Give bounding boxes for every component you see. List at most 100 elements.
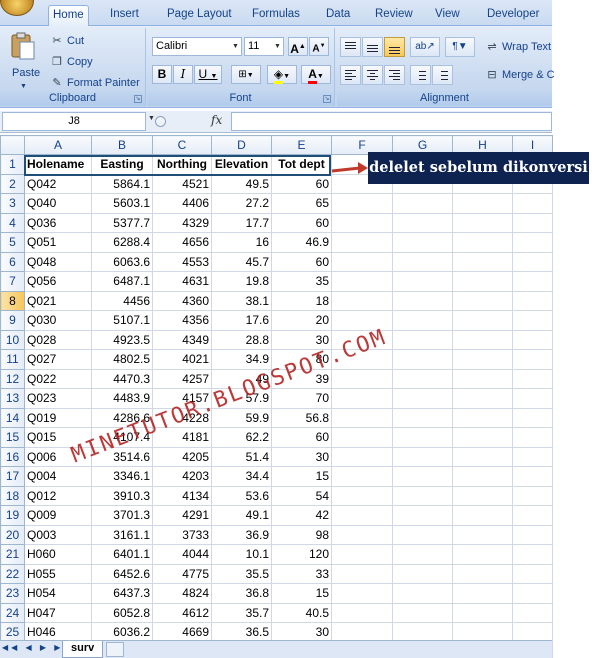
fill-color-button[interactable]: ◈▼ — [267, 65, 297, 84]
cell[interactable]: 4824 — [152, 583, 212, 604]
column-header[interactable]: D — [211, 135, 272, 155]
decrease-indent-button[interactable] — [410, 65, 431, 85]
text-direction-button[interactable]: ¶▼ — [445, 37, 475, 57]
cell[interactable] — [452, 485, 513, 506]
tab-page-layout[interactable]: Page Layout — [163, 5, 236, 26]
copy-button[interactable]: ❐ Copy — [50, 53, 93, 71]
row-header[interactable]: 15 — [0, 427, 25, 448]
cell[interactable] — [452, 563, 513, 584]
cell[interactable]: 42 — [271, 505, 332, 526]
cell[interactable]: 4470.3 — [91, 368, 153, 389]
cell[interactable]: H054 — [24, 583, 92, 604]
cell[interactable]: 4456 — [91, 290, 153, 311]
cell[interactable]: 53.6 — [211, 485, 272, 506]
underline-button[interactable]: U ▼ — [194, 65, 222, 84]
formula-input[interactable] — [231, 112, 552, 131]
cell[interactable] — [331, 388, 393, 409]
tab-insert[interactable]: Insert — [106, 5, 143, 26]
insert-sheet-icon[interactable] — [106, 642, 124, 657]
cell[interactable]: 6288.4 — [91, 232, 153, 253]
cell[interactable]: Q051 — [24, 232, 92, 253]
cell[interactable]: 45.7 — [211, 251, 272, 272]
cell[interactable] — [452, 427, 513, 448]
borders-button[interactable]: ⊞▼ — [231, 65, 261, 84]
cell[interactable]: Q022 — [24, 368, 92, 389]
cell[interactable] — [452, 329, 513, 350]
cell[interactable]: 4291 — [152, 505, 212, 526]
cell[interactable]: Q009 — [24, 505, 92, 526]
cell[interactable] — [512, 251, 553, 272]
cell[interactable] — [331, 544, 393, 565]
cell[interactable]: 36.9 — [211, 524, 272, 545]
cell[interactable] — [331, 407, 393, 428]
cell[interactable] — [452, 446, 513, 467]
cell[interactable] — [331, 251, 393, 272]
shrink-font-button[interactable]: A▼ — [309, 37, 329, 56]
cell[interactable]: 30 — [271, 446, 332, 467]
cell[interactable] — [452, 388, 513, 409]
cell[interactable]: 28.8 — [211, 329, 272, 350]
cell[interactable]: Holename — [24, 154, 92, 175]
cell[interactable] — [512, 310, 553, 331]
cell[interactable] — [512, 290, 553, 311]
select-all-corner[interactable] — [0, 135, 25, 155]
cell[interactable] — [392, 524, 453, 545]
resize-handle-icon[interactable] — [155, 116, 166, 127]
row-header[interactable]: 12 — [0, 368, 25, 389]
cell[interactable] — [452, 349, 513, 370]
cell[interactable] — [512, 505, 553, 526]
bold-button[interactable]: B — [152, 65, 172, 84]
cell[interactable]: 4329 — [152, 212, 212, 233]
cell[interactable] — [512, 446, 553, 467]
cell[interactable] — [392, 193, 453, 214]
cell[interactable]: 10.1 — [211, 544, 272, 565]
cell[interactable]: 4356 — [152, 310, 212, 331]
cell[interactable] — [512, 407, 553, 428]
cell[interactable] — [512, 349, 553, 370]
cell[interactable]: 17.7 — [211, 212, 272, 233]
cell[interactable]: 15 — [271, 466, 332, 487]
cell[interactable]: 62.2 — [211, 427, 272, 448]
cell[interactable]: 5603.1 — [91, 193, 153, 214]
cell[interactable]: Easting — [91, 154, 153, 175]
insert-function-icon[interactable]: fx — [211, 113, 222, 127]
align-middle-button[interactable] — [362, 37, 383, 57]
row-header[interactable]: 24 — [0, 602, 25, 623]
cell[interactable] — [392, 251, 453, 272]
orientation-button[interactable]: ab↗ — [410, 37, 440, 57]
cell[interactable] — [512, 427, 553, 448]
row-header[interactable]: 2 — [0, 173, 25, 194]
cell[interactable]: 65 — [271, 193, 332, 214]
cell[interactable] — [452, 251, 513, 272]
cell[interactable]: 70 — [271, 388, 332, 409]
cell[interactable] — [392, 544, 453, 565]
cell[interactable]: 35.7 — [211, 602, 272, 623]
cell[interactable]: 35 — [271, 271, 332, 292]
cell[interactable] — [331, 232, 393, 253]
cell[interactable] — [512, 544, 553, 565]
cell[interactable] — [392, 446, 453, 467]
cell[interactable]: 5107.1 — [91, 310, 153, 331]
cell[interactable]: Q028 — [24, 329, 92, 350]
cell[interactable]: 27.2 — [211, 193, 272, 214]
cell[interactable] — [452, 271, 513, 292]
cell[interactable]: Q048 — [24, 251, 92, 272]
cell[interactable]: 19.8 — [211, 271, 272, 292]
cell[interactable]: 18 — [271, 290, 332, 311]
cell[interactable]: Tot dept — [271, 154, 332, 175]
cell[interactable]: Q036 — [24, 212, 92, 233]
cell[interactable] — [331, 563, 393, 584]
cell[interactable]: 6452.6 — [91, 563, 153, 584]
cell[interactable]: 20 — [271, 310, 332, 331]
cell[interactable]: 51.4 — [211, 446, 272, 467]
cell[interactable]: 49.5 — [211, 173, 272, 194]
row-header[interactable]: 10 — [0, 329, 25, 350]
cell[interactable] — [452, 193, 513, 214]
format-painter-button[interactable]: ✎ Format Painter — [50, 74, 139, 92]
cell[interactable] — [392, 466, 453, 487]
row-header[interactable]: 20 — [0, 524, 25, 545]
cell[interactable] — [512, 583, 553, 604]
cell[interactable]: 33 — [271, 563, 332, 584]
cell[interactable]: Q004 — [24, 466, 92, 487]
cell[interactable] — [392, 232, 453, 253]
